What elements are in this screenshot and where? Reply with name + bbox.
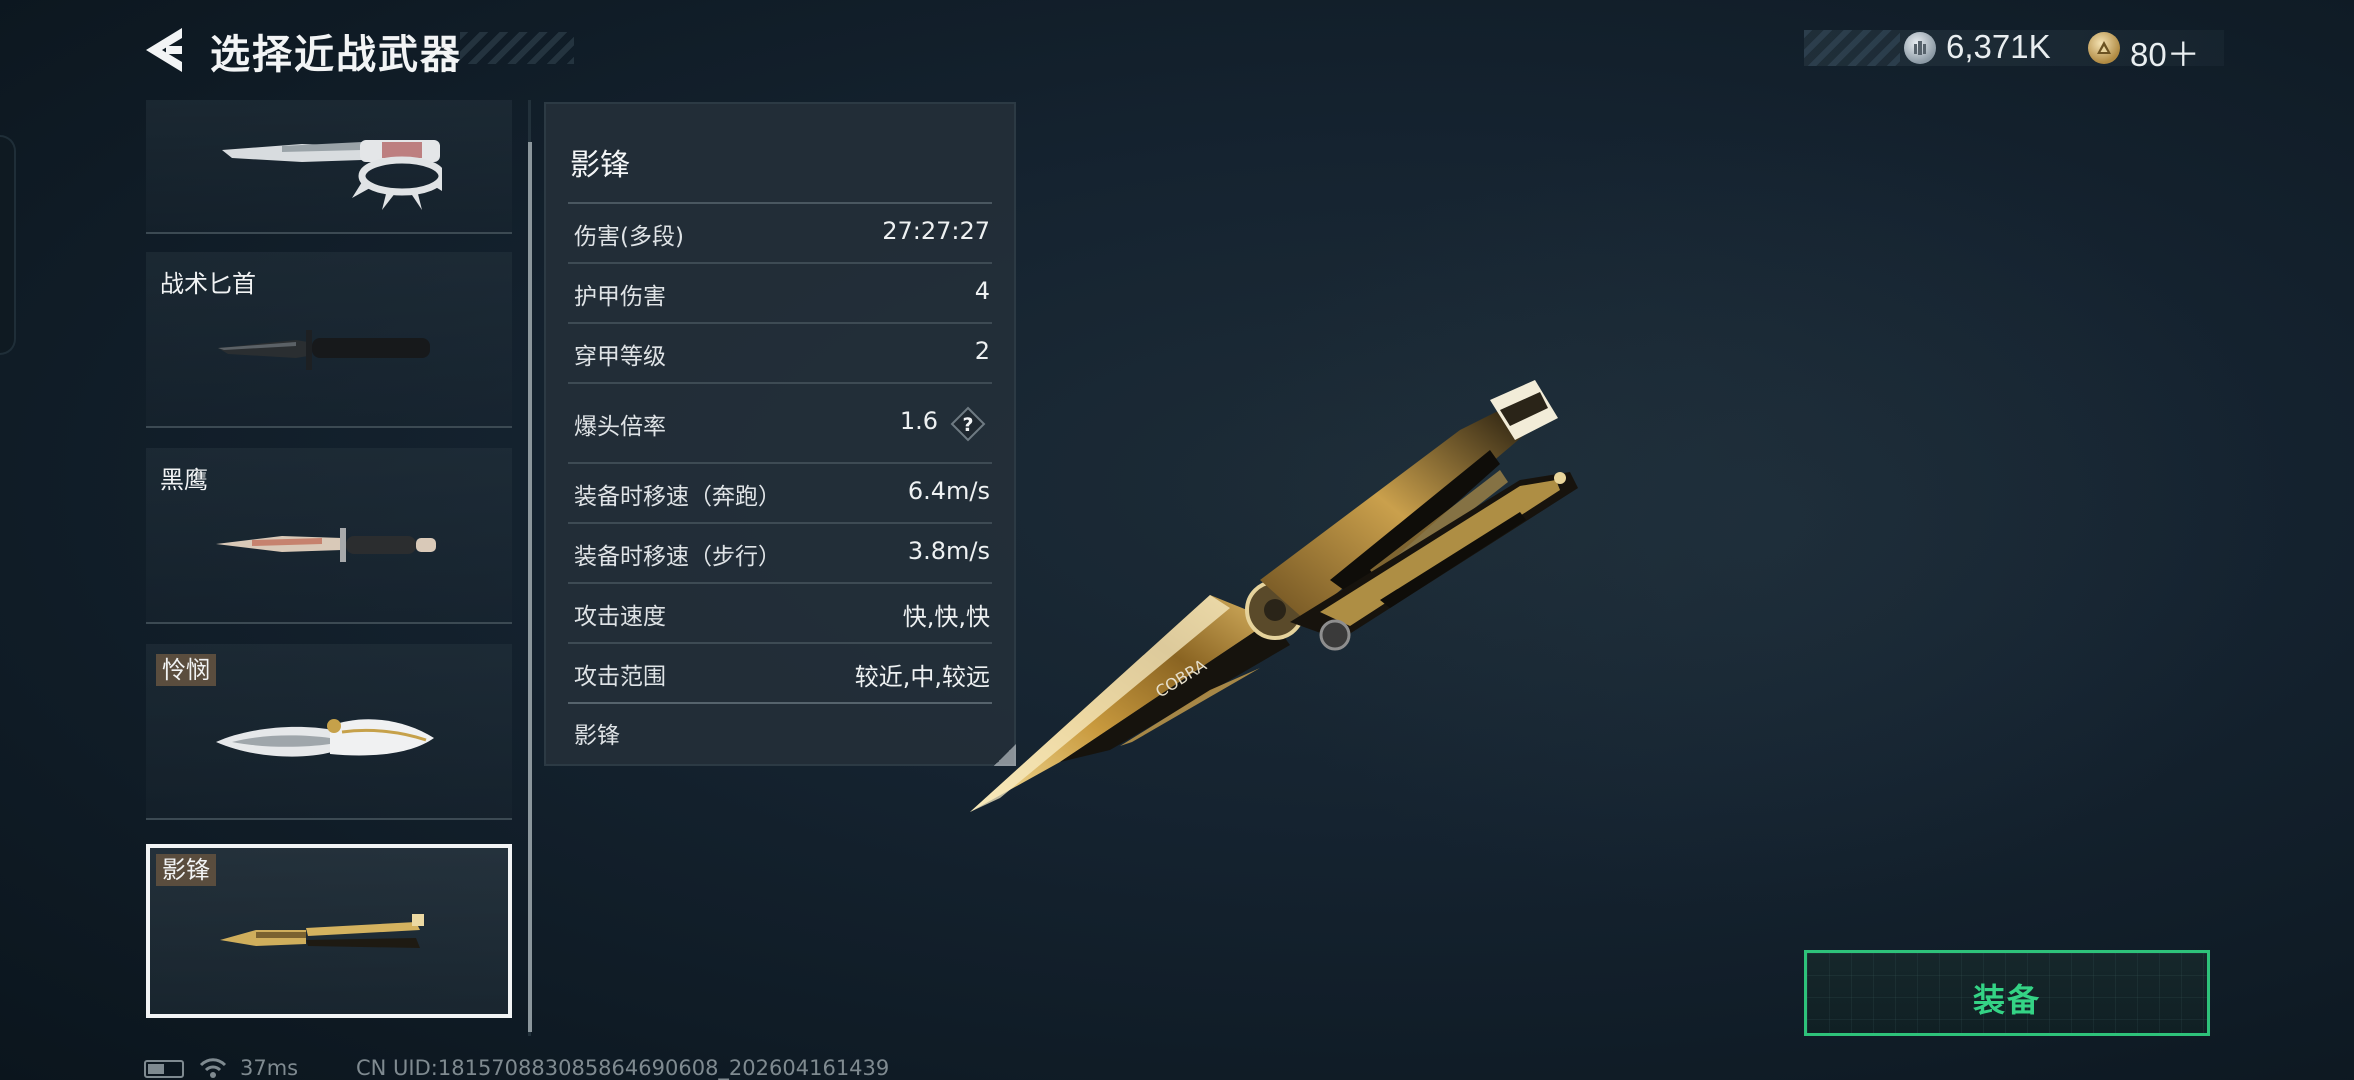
- stats-weapon-title: 影锋: [570, 148, 630, 183]
- spiked-knife-image: [222, 140, 442, 210]
- equip-button-label: 装备: [1972, 981, 2041, 1019]
- stat-row-attack-range: 攻击范围 较近,中,较远: [568, 644, 992, 704]
- stat-label: 爆头倍率: [574, 414, 666, 440]
- weapon-card-spiked-knife[interactable]: [146, 100, 512, 234]
- weapon-card-mercy[interactable]: 怜悯: [146, 644, 512, 820]
- stat-label: 攻击范围: [574, 664, 666, 690]
- stat-row-attack-speed: 攻击速度 快,快,快: [568, 584, 992, 644]
- weapon-card-black-hawk[interactable]: 黑鹰: [146, 448, 512, 624]
- title-decoration: [460, 32, 574, 64]
- card-divider: [146, 426, 512, 428]
- weapon-card-shadow-edge[interactable]: 影锋: [146, 844, 512, 1018]
- page-title: 选择近战武器: [210, 32, 462, 78]
- card-divider: [146, 232, 512, 234]
- battery-icon: [144, 1060, 184, 1078]
- stat-row-armor-damage: 护甲伤害 4: [568, 264, 992, 324]
- back-arrow-icon: [146, 28, 182, 72]
- weapon-name: 黑鹰: [160, 466, 208, 494]
- stat-label: 护甲伤害: [574, 284, 666, 310]
- stat-label: 装备时移速（步行）: [574, 544, 781, 570]
- stat-row-walk-speed: 装备时移速（步行） 3.8m/s: [568, 524, 992, 584]
- gold-currency-value[interactable]: 80＋: [2130, 28, 2200, 76]
- black-hawk-knife-image: [216, 528, 436, 562]
- side-edge-tab[interactable]: [0, 135, 16, 355]
- weapon-name: 战术匕首: [160, 270, 256, 298]
- card-divider: [146, 818, 512, 820]
- back-button[interactable]: [142, 24, 192, 76]
- tactical-dagger-image: [218, 330, 430, 370]
- currency-bar: 6,371K 80＋: [1804, 28, 2224, 73]
- stat-label: 装备时移速（奔跑）: [574, 484, 781, 510]
- gold-coin-icon: [2088, 32, 2120, 64]
- card-divider: [146, 622, 512, 624]
- weapon-preview-render[interactable]: COBRA: [960, 250, 1860, 830]
- user-uid: CN UID:181570883085864690608_20260416143…: [356, 1056, 890, 1080]
- stat-value: 1.6: [899, 407, 938, 435]
- stat-row-armor-penetration: 穿甲等级 2: [568, 324, 992, 384]
- status-bar: 37ms CN UID:181570883085864690608_202604…: [144, 1056, 1144, 1080]
- stat-label: 穿甲等级: [574, 344, 666, 370]
- shadow-edge-knife-image: [220, 914, 424, 948]
- weapon-name: 怜悯: [156, 654, 216, 686]
- silver-currency-value: 6,371K: [1946, 28, 2051, 65]
- stat-row-damage: 伤害(多段) 27:27:27: [568, 204, 992, 264]
- stat-value: 27:27:27: [882, 217, 990, 245]
- stat-label: 伤害(多段): [574, 224, 684, 250]
- list-scrollbar[interactable]: [528, 142, 532, 1032]
- wifi-icon: [199, 1058, 227, 1078]
- weapon-card-tactical-dagger[interactable]: 战术匕首: [146, 252, 512, 428]
- mercy-knife-image: [216, 719, 434, 757]
- currency-decoration: [1804, 30, 1900, 66]
- stats-footer-description: 影锋: [574, 723, 620, 749]
- stat-row-run-speed: 装备时移速（奔跑） 6.4m/s: [568, 464, 992, 524]
- weapon-stats-panel: 影锋 伤害(多段) 27:27:27 护甲伤害 4 穿甲等级 2 爆头倍率 1.…: [544, 102, 1016, 766]
- ping-value: 37ms: [240, 1056, 299, 1080]
- silver-coin-icon: [1904, 32, 1936, 64]
- weapon-name: 影锋: [156, 854, 216, 886]
- equip-button[interactable]: 装备: [1804, 950, 2210, 1036]
- stat-label: 攻击速度: [574, 604, 666, 630]
- stat-row-headshot-multiplier: 爆头倍率 1.6 ?: [568, 384, 992, 464]
